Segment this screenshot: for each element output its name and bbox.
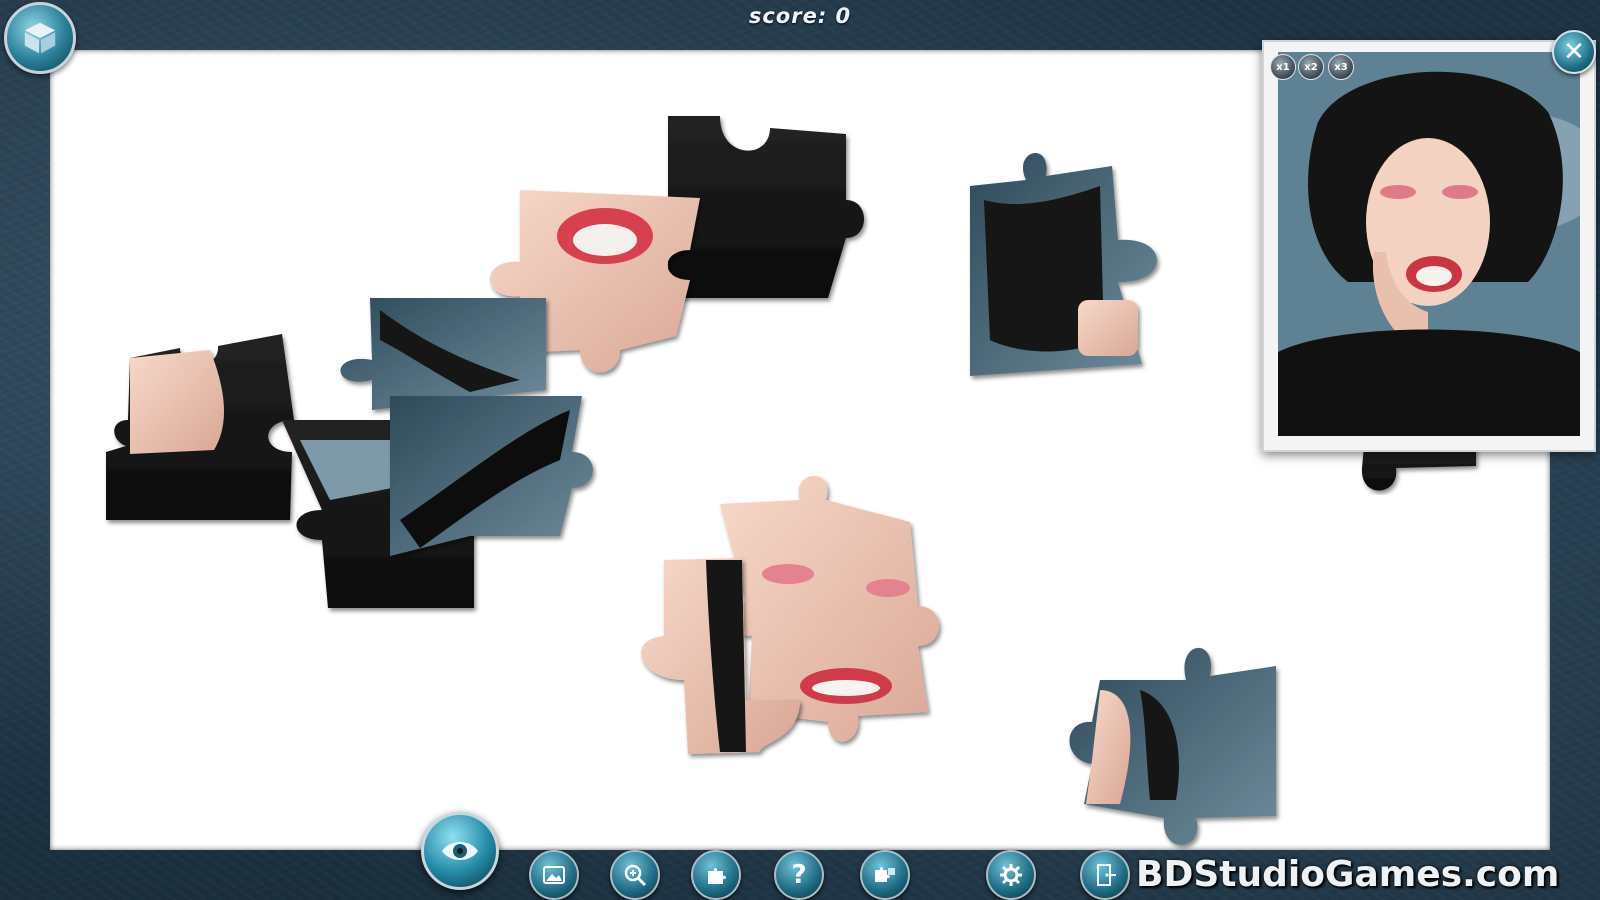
reference-image-art	[1278, 52, 1580, 436]
exit-button[interactable]	[1080, 850, 1130, 900]
puzzle-piece[interactable]	[390, 396, 593, 556]
zoom-x1-button[interactable]: x1	[1270, 54, 1296, 80]
puzzle-piece[interactable]	[1069, 647, 1277, 846]
preview-panel: x1 x2 x3	[1262, 40, 1596, 452]
puzzle-piece[interactable]	[340, 298, 547, 410]
eye-icon	[442, 842, 478, 860]
sort-pieces-button[interactable]	[860, 850, 910, 900]
pieces-icon	[875, 867, 895, 882]
exit-door-icon	[1097, 864, 1116, 886]
show-image-button[interactable]	[529, 850, 579, 900]
eye-preview-button[interactable]	[421, 812, 499, 890]
zoom-button[interactable]	[610, 850, 660, 900]
puzzle-piece[interactable]	[970, 152, 1157, 376]
edge-piece-icon	[708, 868, 726, 884]
puzzle-piece[interactable]	[1361, 446, 1476, 491]
zoom-x3-button[interactable]: x3	[1328, 54, 1354, 80]
question-icon: ?	[791, 860, 807, 890]
hint-button[interactable]: ?	[774, 850, 824, 900]
gear-icon	[1000, 864, 1022, 886]
edge-pieces-button[interactable]	[691, 850, 741, 900]
zoom-x2-button[interactable]: x2	[1298, 54, 1324, 80]
close-preview-button[interactable]: ✕	[1552, 30, 1596, 74]
settings-button[interactable]	[986, 850, 1036, 900]
puzzle-piece[interactable]	[106, 334, 294, 520]
reference-image	[1278, 52, 1580, 436]
zoom-icon	[624, 864, 647, 887]
image-icon	[543, 866, 565, 884]
watermark-text: BDStudioGames.com	[1136, 854, 1560, 895]
